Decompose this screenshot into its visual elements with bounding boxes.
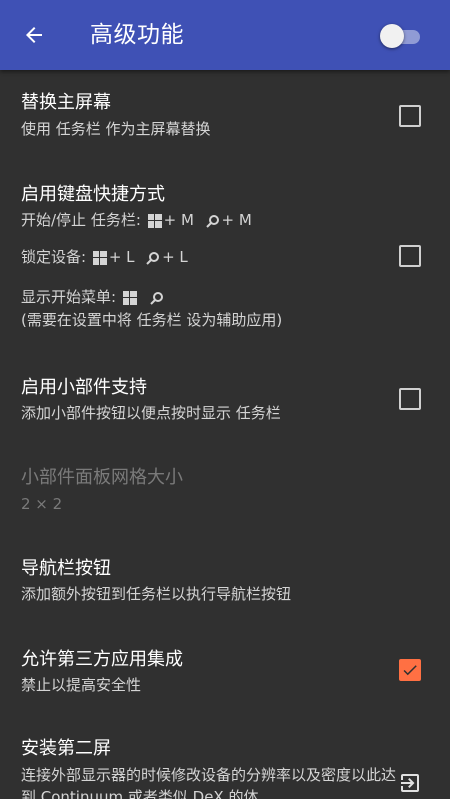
replace-home-checkbox[interactable] — [399, 105, 421, 127]
setting-summary: 连接外部显示器的时候修改设备的分辨率以及密度以此达到 Continuum 或者类… — [21, 766, 397, 799]
shortcut-key: + L — [162, 248, 188, 266]
setting-title: 导航栏按钮 — [21, 558, 111, 579]
keyboard-shortcuts-checkbox[interactable] — [399, 245, 421, 267]
setting-widget-grid-size: 小部件面板网格大小 2 × 2 — [0, 442, 450, 534]
setting-title: 替换主屏幕 — [21, 92, 111, 113]
shortcut-label: 显示开始菜单: — [21, 288, 117, 306]
settings-list: 替换主屏幕 使用 任务栏 作为主屏幕替换 启用键盘快捷方式 开始/停止 任务栏:… — [0, 70, 450, 799]
setting-value: 2 × 2 — [21, 495, 63, 513]
setting-summary: 禁止以提高安全性 — [21, 676, 142, 694]
shortcut-key: + M — [163, 211, 194, 229]
setting-title: 小部件面板网格大小 — [21, 467, 183, 488]
shortcut-lock-line: 锁定设备: + L + L — [21, 246, 188, 268]
master-toggle-switch[interactable] — [380, 23, 422, 49]
back-button[interactable] — [14, 17, 54, 53]
setting-summary: 添加小部件按钮以便点按时显示 任务栏 — [21, 404, 281, 422]
setting-title: 启用键盘快捷方式 — [21, 184, 165, 205]
setting-keyboard-shortcuts[interactable]: 启用键盘快捷方式 开始/停止 任务栏: + M + M 锁定设备: + L + … — [0, 166, 450, 346]
app-bar: 高级功能 — [0, 0, 450, 70]
setting-title: 启用小部件支持 — [21, 377, 147, 398]
shortcut-key: + L — [108, 248, 135, 266]
third-party-checkbox[interactable] — [399, 659, 421, 681]
shortcut-note: (需要在设置中将 任务栏 设为辅助应用) — [21, 311, 283, 329]
setting-summary: 使用 任务栏 作为主屏幕替换 — [21, 120, 211, 138]
arrow-left-icon — [26, 27, 42, 43]
search-key-icon — [205, 214, 219, 228]
search-key-icon — [146, 251, 160, 265]
windows-key-icon — [92, 250, 107, 265]
setting-replace-home[interactable]: 替换主屏幕 使用 任务栏 作为主屏幕替换 — [0, 70, 450, 166]
search-key-icon — [150, 291, 164, 305]
shortcut-label: 开始/停止 任务栏: — [21, 211, 141, 229]
checkmark-icon — [403, 665, 417, 676]
switch-thumb — [380, 24, 404, 48]
setting-summary: 添加额外按钮到任务栏以执行导航栏按钮 — [21, 585, 292, 603]
windows-key-icon — [147, 213, 162, 228]
setting-title: 允许第三方应用集成 — [21, 649, 183, 670]
setting-third-party[interactable]: 允许第三方应用集成 禁止以提高安全性 — [0, 624, 450, 718]
setting-widgets[interactable]: 启用小部件支持 添加小部件按钮以便点按时显示 任务栏 — [0, 346, 450, 442]
shortcut-start-menu-line: 显示开始菜单: — [21, 286, 166, 308]
windows-key-icon — [122, 290, 137, 305]
shortcut-toggle-line: 开始/停止 任务栏: + M + M — [21, 209, 252, 231]
setting-second-screen[interactable]: 安装第二屏 连接外部显示器的时候修改设备的分辨率以及密度以此达到 Continu… — [0, 718, 450, 799]
widgets-checkbox[interactable] — [399, 388, 421, 410]
page-title: 高级功能 — [90, 22, 184, 48]
shortcut-label: 锁定设备: — [21, 248, 87, 266]
setting-nav-buttons[interactable]: 导航栏按钮 添加额外按钮到任务栏以执行导航栏按钮 — [0, 534, 450, 624]
open-external-icon[interactable] — [398, 771, 422, 795]
shortcut-key: + M — [221, 211, 252, 229]
setting-title: 安装第二屏 — [21, 738, 111, 759]
